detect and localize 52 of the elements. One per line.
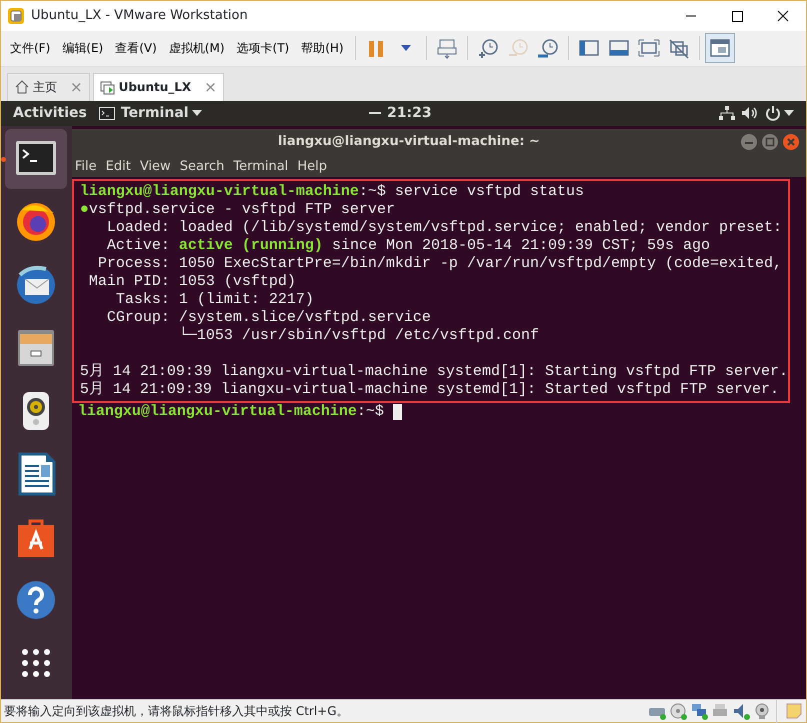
- terminal-line: ●vsftpd.service - vsftpd FTP server: [80, 200, 395, 219]
- menu-item[interactable]: Help: [297, 157, 327, 177]
- terminal-line: liangxu@liangxu-virtual-machine:~$: [78, 402, 384, 421]
- tab-label: 主页: [33, 79, 57, 96]
- menu-item[interactable]: Edit: [106, 157, 131, 177]
- network-icon[interactable]: [719, 105, 735, 122]
- disc-icon[interactable]: [669, 702, 687, 720]
- vm-icon: [100, 79, 116, 96]
- speaker-icon[interactable]: [732, 702, 750, 720]
- status-text: 要将输入定向到该虚拟机，请将鼠标指针移入其中或按 Ctrl+G。: [4, 702, 350, 720]
- menu-item[interactable]: 帮助(H): [295, 36, 350, 60]
- terminal-line: └─1053 /usr/sbin/vsftpd /etc/vsftpd.conf: [178, 326, 539, 345]
- menu-item[interactable]: 虚拟机(M): [162, 36, 231, 60]
- power-icon[interactable]: [765, 105, 781, 122]
- volume-icon[interactable]: [741, 105, 759, 122]
- terminal-line: Loaded: loaded (/lib/systemd/system/vsftpd.service; enabled; vendor preset:: [106, 218, 782, 237]
- terminal-line: liangxu@liangxu-virtual-machine:~$ service vsftpd status: [80, 182, 584, 201]
- menu-item[interactable]: 查看(V): [109, 36, 163, 60]
- terminal-title: liangxu@liangxu-virtual-machine: ~: [276, 133, 541, 152]
- terminal-line: Tasks: 1 (limit: 2217): [114, 290, 314, 309]
- activities-button[interactable]: Activities: [13, 102, 87, 124]
- caret-icon: [192, 109, 202, 118]
- tab-close-button[interactable]: ×: [204, 76, 217, 99]
- app-icon: [7, 7, 25, 25]
- terminal-line: Process: 1050 ExecStartPre=/bin/mkdir -p /var/run/vsftpd/empty (code=exited,: [96, 254, 782, 273]
- caret-icon[interactable]: [784, 109, 794, 118]
- menu-item[interactable]: View: [140, 157, 171, 177]
- terminal-line: 5月 14 21:09:39 liangxu-virtual-machine systemd[1]: Starting vsftpd FTP server.: [80, 362, 788, 381]
- menu-item[interactable]: 编辑(E): [56, 36, 110, 60]
- menu-item[interactable]: Search: [180, 157, 224, 177]
- tab[interactable]: Ubuntu_LX ×: [92, 72, 224, 101]
- caret-icon: [400, 45, 411, 52]
- terminal-line: Active: active (running) since Mon 2018-05-14 21:09:39 CST; 59s ago: [106, 236, 710, 255]
- tab[interactable]: 主页 ×: [7, 72, 90, 101]
- app-menu[interactable]: Terminal: [98, 102, 202, 124]
- terminal-line: Main PID: 1053 (vsftpd): [88, 272, 296, 291]
- network-icon[interactable]: [690, 702, 708, 720]
- tab-label: Ubuntu_LX: [118, 79, 192, 96]
- minimize-icon[interactable]: [740, 132, 758, 151]
- menu-item[interactable]: Terminal: [233, 157, 288, 177]
- home-icon: [14, 79, 30, 96]
- window-title: Ubuntu_LX - VMware Workstation: [31, 7, 249, 26]
- window-button[interactable]: [704, 33, 735, 64]
- webcam-icon[interactable]: [753, 702, 771, 720]
- running-indicator: [1, 156, 6, 162]
- terminal-line: CGroup: /system.slice/vsftpd.service: [106, 308, 431, 326]
- terminal-icon: [98, 106, 115, 120]
- menu-item[interactable]: File: [74, 157, 97, 177]
- clock[interactable]: 21:23: [387, 102, 432, 124]
- menu-item[interactable]: 选项卡(T): [230, 36, 296, 60]
- terminal-line: 5月 14 21:09:39 liangxu-virtual-machine systemd[1]: Started vsftpd FTP server.: [80, 380, 779, 399]
- menu-item[interactable]: 文件(F): [4, 36, 56, 60]
